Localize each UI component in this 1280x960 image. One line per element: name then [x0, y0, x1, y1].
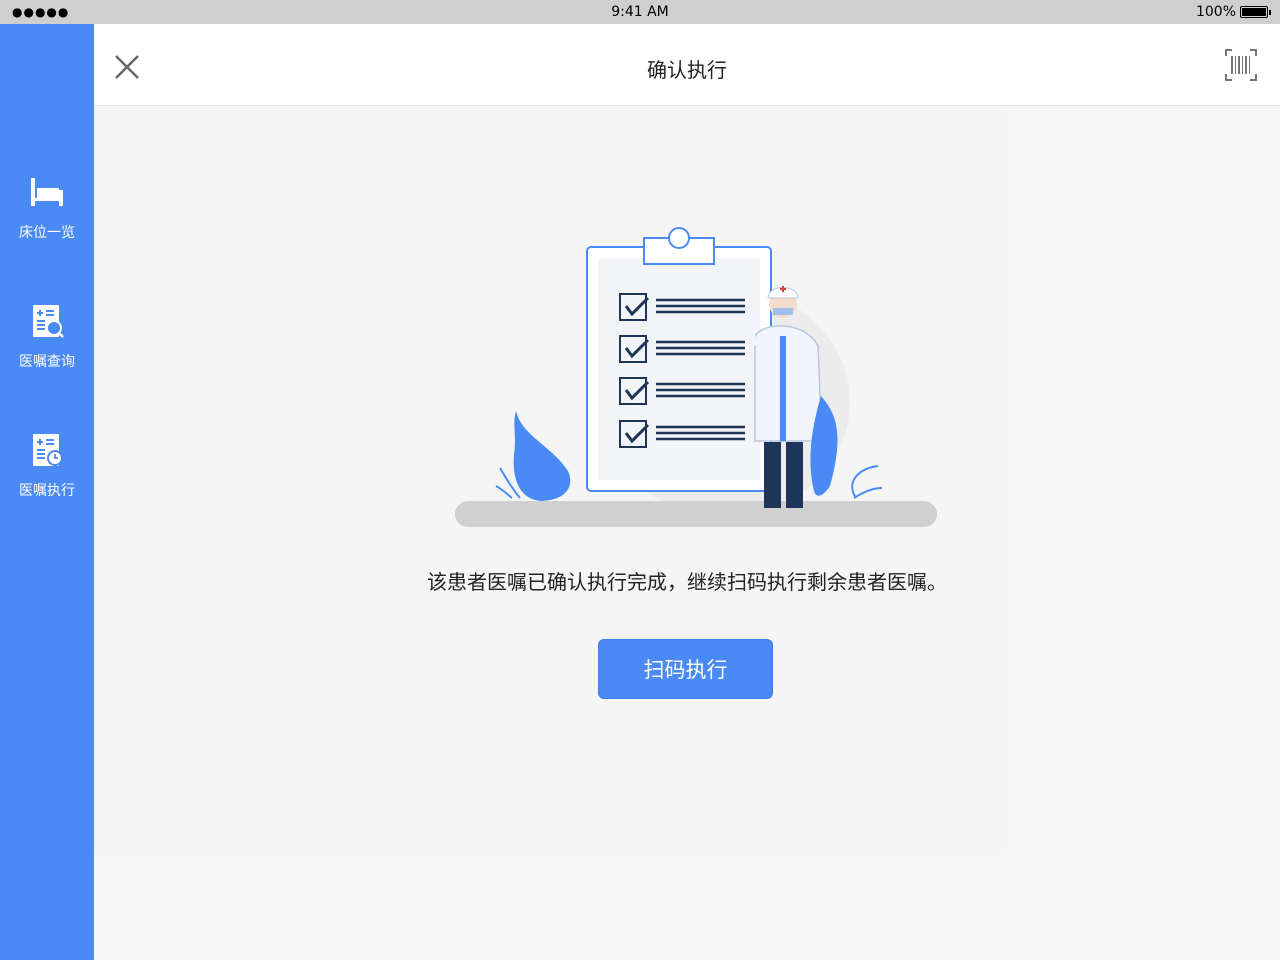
- header: 确认执行: [94, 24, 1280, 106]
- status-bar: ●●●●● 9:41 AM 100%: [0, 0, 1280, 24]
- sidebar: 床位一览 医嘱查询 医嘱执行: [0, 24, 94, 960]
- page-title: 确认执行: [647, 58, 727, 82]
- status-time: 9:41 AM: [611, 4, 669, 20]
- scan-execute-button[interactable]: 扫码执行: [598, 639, 773, 699]
- order-search-icon: [33, 305, 64, 338]
- battery-percent: 100%: [1195, 4, 1236, 20]
- bed-icon: [31, 178, 63, 206]
- sidebar-item-label: 医嘱执行: [19, 483, 75, 499]
- sidebar-item-order-execute[interactable]: 医嘱执行: [0, 430, 94, 500]
- checklist-illustration-icon: [455, 227, 937, 527]
- barcode-icon[interactable]: [1224, 48, 1258, 82]
- sidebar-item-label: 医嘱查询: [19, 354, 75, 370]
- completion-message: 该患者医嘱已确认执行完成，继续扫码执行剩余患者医嘱。: [427, 570, 947, 594]
- battery-icon: [1240, 6, 1271, 18]
- sidebar-item-beds[interactable]: 床位一览: [0, 172, 94, 242]
- sidebar-item-order-search[interactable]: 医嘱查询: [0, 301, 94, 371]
- order-execute-icon: [33, 434, 63, 466]
- sidebar-item-label: 床位一览: [19, 225, 75, 241]
